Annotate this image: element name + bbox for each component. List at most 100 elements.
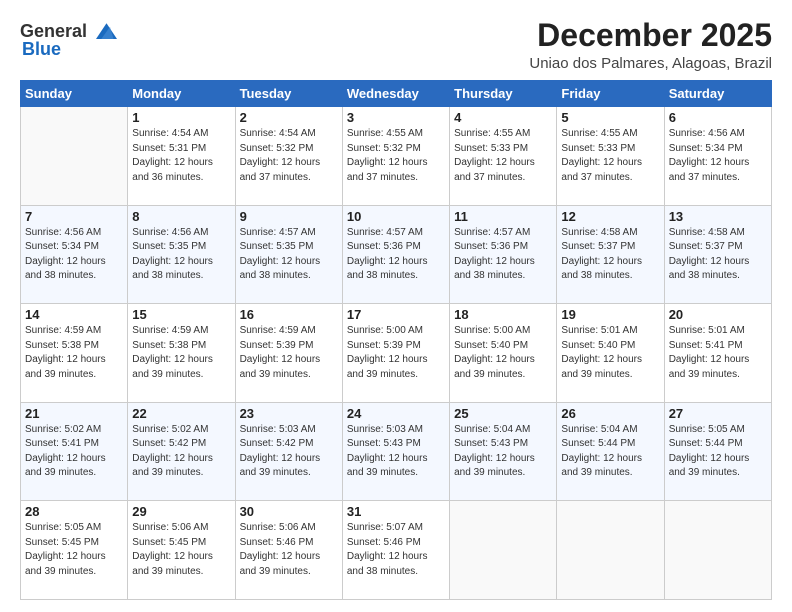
day-number: 14 <box>25 307 123 322</box>
table-row: 30Sunrise: 5:06 AMSunset: 5:46 PMDayligh… <box>235 501 342 600</box>
day-number: 25 <box>454 406 552 421</box>
calendar-week-row: 7Sunrise: 4:56 AMSunset: 5:34 PMDaylight… <box>21 205 772 304</box>
day-number: 6 <box>669 110 767 125</box>
table-row: 23Sunrise: 5:03 AMSunset: 5:42 PMDayligh… <box>235 402 342 501</box>
day-info: Sunrise: 5:03 AMSunset: 5:43 PMDaylight:… <box>347 423 445 481</box>
day-info: Sunrise: 4:55 AMSunset: 5:32 PMDaylight:… <box>347 127 445 185</box>
day-number: 26 <box>561 406 659 421</box>
col-sunday: Sunday <box>21 81 128 107</box>
month-title: December 2025 <box>529 18 772 53</box>
day-number: 8 <box>132 209 230 224</box>
day-number: 17 <box>347 307 445 322</box>
calendar-week-row: 21Sunrise: 5:02 AMSunset: 5:41 PMDayligh… <box>21 402 772 501</box>
day-number: 13 <box>669 209 767 224</box>
day-number: 1 <box>132 110 230 125</box>
day-info: Sunrise: 5:01 AMSunset: 5:40 PMDaylight:… <box>561 324 659 382</box>
day-info: Sunrise: 5:05 AMSunset: 5:44 PMDaylight:… <box>669 423 767 481</box>
day-info: Sunrise: 5:06 AMSunset: 5:45 PMDaylight:… <box>132 521 230 579</box>
day-number: 29 <box>132 504 230 519</box>
col-thursday: Thursday <box>450 81 557 107</box>
day-info: Sunrise: 4:57 AMSunset: 5:36 PMDaylight:… <box>347 226 445 284</box>
day-number: 19 <box>561 307 659 322</box>
day-info: Sunrise: 5:04 AMSunset: 5:43 PMDaylight:… <box>454 423 552 481</box>
day-number: 2 <box>240 110 338 125</box>
day-info: Sunrise: 5:00 AMSunset: 5:39 PMDaylight:… <box>347 324 445 382</box>
page: General Blue December 2025 Uniao dos Pal… <box>0 0 792 612</box>
day-info: Sunrise: 4:55 AMSunset: 5:33 PMDaylight:… <box>454 127 552 185</box>
day-number: 18 <box>454 307 552 322</box>
table-row: 1 Sunrise: 4:54 AMSunset: 5:31 PMDaylight… <box>128 107 235 206</box>
logo: General Blue <box>20 18 117 60</box>
calendar-week-row: 1 Sunrise: 4:54 AMSunset: 5:31 PMDaylight… <box>21 107 772 206</box>
calendar-week-row: 14 Sunrise: 4:59 AMSunset: 5:38 PMDayligh… <box>21 304 772 403</box>
table-row <box>557 501 664 600</box>
table-row: 10 Sunrise: 4:57 AMSunset: 5:36 PMDayligh… <box>342 205 449 304</box>
day-info: Sunrise: 5:07 AMSunset: 5:46 PMDaylight:… <box>347 521 445 579</box>
day-info: Sunrise: 4:56 AMSunset: 5:34 PMDaylight:… <box>669 127 767 185</box>
table-row: 9 Sunrise: 4:57 AMSunset: 5:35 PMDaylight… <box>235 205 342 304</box>
day-number: 11 <box>454 209 552 224</box>
day-number: 12 <box>561 209 659 224</box>
col-tuesday: Tuesday <box>235 81 342 107</box>
day-info: Sunrise: 5:01 AMSunset: 5:41 PMDaylight:… <box>669 324 767 382</box>
location-subtitle: Uniao dos Palmares, Alagoas, Brazil <box>529 55 772 72</box>
logo-icon <box>89 18 117 46</box>
day-info: Sunrise: 4:58 AMSunset: 5:37 PMDaylight:… <box>561 226 659 284</box>
table-row: 21Sunrise: 5:02 AMSunset: 5:41 PMDayligh… <box>21 402 128 501</box>
logo-blue-text: Blue <box>22 40 61 60</box>
table-row: 7Sunrise: 4:56 AMSunset: 5:34 PMDaylight… <box>21 205 128 304</box>
table-row: 13 Sunrise: 4:58 AMSunset: 5:37 PMDayligh… <box>664 205 771 304</box>
table-row: 20 Sunrise: 5:01 AMSunset: 5:41 PMDayligh… <box>664 304 771 403</box>
day-info: Sunrise: 4:59 AMSunset: 5:39 PMDaylight:… <box>240 324 338 382</box>
header: General Blue December 2025 Uniao dos Pal… <box>20 18 772 72</box>
day-info: Sunrise: 4:56 AMSunset: 5:34 PMDaylight:… <box>25 226 123 284</box>
table-row: 19 Sunrise: 5:01 AMSunset: 5:40 PMDayligh… <box>557 304 664 403</box>
calendar-week-row: 28Sunrise: 5:05 AMSunset: 5:45 PMDayligh… <box>21 501 772 600</box>
day-number: 22 <box>132 406 230 421</box>
day-info: Sunrise: 4:57 AMSunset: 5:36 PMDaylight:… <box>454 226 552 284</box>
table-row: 25 Sunrise: 5:04 AMSunset: 5:43 PMDayligh… <box>450 402 557 501</box>
day-number: 3 <box>347 110 445 125</box>
day-number: 28 <box>25 504 123 519</box>
table-row: 24 Sunrise: 5:03 AMSunset: 5:43 PMDayligh… <box>342 402 449 501</box>
table-row: 15Sunrise: 4:59 AMSunset: 5:38 PMDayligh… <box>128 304 235 403</box>
day-info: Sunrise: 4:55 AMSunset: 5:33 PMDaylight:… <box>561 127 659 185</box>
day-info: Sunrise: 5:04 AMSunset: 5:44 PMDaylight:… <box>561 423 659 481</box>
day-number: 20 <box>669 307 767 322</box>
table-row <box>21 107 128 206</box>
col-wednesday: Wednesday <box>342 81 449 107</box>
table-row: 29 Sunrise: 5:06 AMSunset: 5:45 PMDayligh… <box>128 501 235 600</box>
day-info: Sunrise: 5:00 AMSunset: 5:40 PMDaylight:… <box>454 324 552 382</box>
table-row: 6 Sunrise: 4:56 AMSunset: 5:34 PMDaylight… <box>664 107 771 206</box>
day-info: Sunrise: 4:57 AMSunset: 5:35 PMDaylight:… <box>240 226 338 284</box>
table-row: 22 Sunrise: 5:02 AMSunset: 5:42 PMDayligh… <box>128 402 235 501</box>
table-row: 8 Sunrise: 4:56 AMSunset: 5:35 PMDaylight… <box>128 205 235 304</box>
day-info: Sunrise: 4:59 AMSunset: 5:38 PMDaylight:… <box>25 324 123 382</box>
day-info: Sunrise: 4:59 AMSunset: 5:38 PMDaylight:… <box>132 324 230 382</box>
day-number: 5 <box>561 110 659 125</box>
table-row: 5 Sunrise: 4:55 AMSunset: 5:33 PMDaylight… <box>557 107 664 206</box>
title-block: December 2025 Uniao dos Palmares, Alagoa… <box>529 18 772 72</box>
table-row: 14 Sunrise: 4:59 AMSunset: 5:38 PMDayligh… <box>21 304 128 403</box>
table-row <box>450 501 557 600</box>
day-number: 24 <box>347 406 445 421</box>
day-info: Sunrise: 5:02 AMSunset: 5:42 PMDaylight:… <box>132 423 230 481</box>
table-row: 26 Sunrise: 5:04 AMSunset: 5:44 PMDayligh… <box>557 402 664 501</box>
calendar-table: Sunday Monday Tuesday Wednesday Thursday… <box>20 80 772 600</box>
day-info: Sunrise: 4:56 AMSunset: 5:35 PMDaylight:… <box>132 226 230 284</box>
col-friday: Friday <box>557 81 664 107</box>
day-number: 10 <box>347 209 445 224</box>
calendar-header-row: Sunday Monday Tuesday Wednesday Thursday… <box>21 81 772 107</box>
day-info: Sunrise: 5:02 AMSunset: 5:41 PMDaylight:… <box>25 423 123 481</box>
table-row: 16Sunrise: 4:59 AMSunset: 5:39 PMDayligh… <box>235 304 342 403</box>
table-row <box>664 501 771 600</box>
day-number: 27 <box>669 406 767 421</box>
day-number: 9 <box>240 209 338 224</box>
table-row: 27 Sunrise: 5:05 AMSunset: 5:44 PMDayligh… <box>664 402 771 501</box>
day-info: Sunrise: 4:58 AMSunset: 5:37 PMDaylight:… <box>669 226 767 284</box>
table-row: 12 Sunrise: 4:58 AMSunset: 5:37 PMDayligh… <box>557 205 664 304</box>
table-row: 17 Sunrise: 5:00 AMSunset: 5:39 PMDayligh… <box>342 304 449 403</box>
day-number: 31 <box>347 504 445 519</box>
day-info: Sunrise: 4:54 AMSunset: 5:31 PMDaylight:… <box>132 127 230 185</box>
table-row: 28Sunrise: 5:05 AMSunset: 5:45 PMDayligh… <box>21 501 128 600</box>
